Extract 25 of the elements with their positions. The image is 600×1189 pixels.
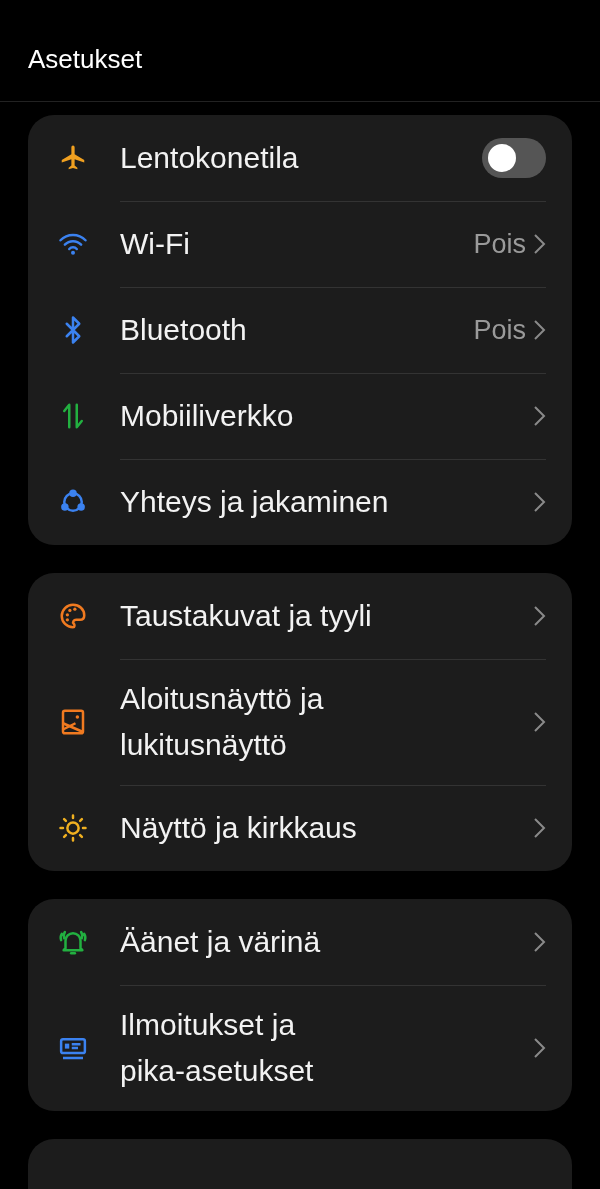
setting-label[interactable]: Aloitusnäyttö ja lukitusnäyttö (120, 675, 345, 769)
page-title: Asetukset (28, 44, 143, 75)
chevron-icon (532, 318, 546, 342)
chevron-icon (532, 404, 546, 428)
setting-label[interactable]: Bluetooth (120, 306, 474, 354)
chevron-icon (532, 490, 546, 514)
chevron-icon (532, 816, 546, 840)
setting-label[interactable]: Lentokonetila (120, 134, 482, 182)
setting-label[interactable]: Taustakuvat ja tyyli (120, 592, 532, 640)
palette-icon (58, 601, 88, 631)
chevron-icon (532, 1036, 546, 1060)
chevron-icon (532, 930, 546, 954)
setting-label[interactable]: Yhteys ja jakaminen (120, 478, 532, 526)
chevron-icon (532, 232, 546, 256)
brightness-icon (58, 813, 88, 843)
setting-label[interactable]: Ilmoitukset ja pika-asetukset (120, 1001, 345, 1095)
chevron-icon (532, 710, 546, 734)
setting-label[interactable]: Mobiiliverkko (120, 392, 532, 440)
setting-label[interactable]: Wi-Fi (120, 220, 474, 268)
chevron-icon (532, 604, 546, 628)
status-value: Pois (473, 228, 526, 260)
setting-label[interactable]: Äänet ja värinä (120, 918, 532, 966)
status-value: Pois (473, 314, 526, 346)
toggle-switch[interactable] (482, 138, 546, 178)
setting-label[interactable]: Näyttö ja kirkkaus (120, 804, 532, 852)
